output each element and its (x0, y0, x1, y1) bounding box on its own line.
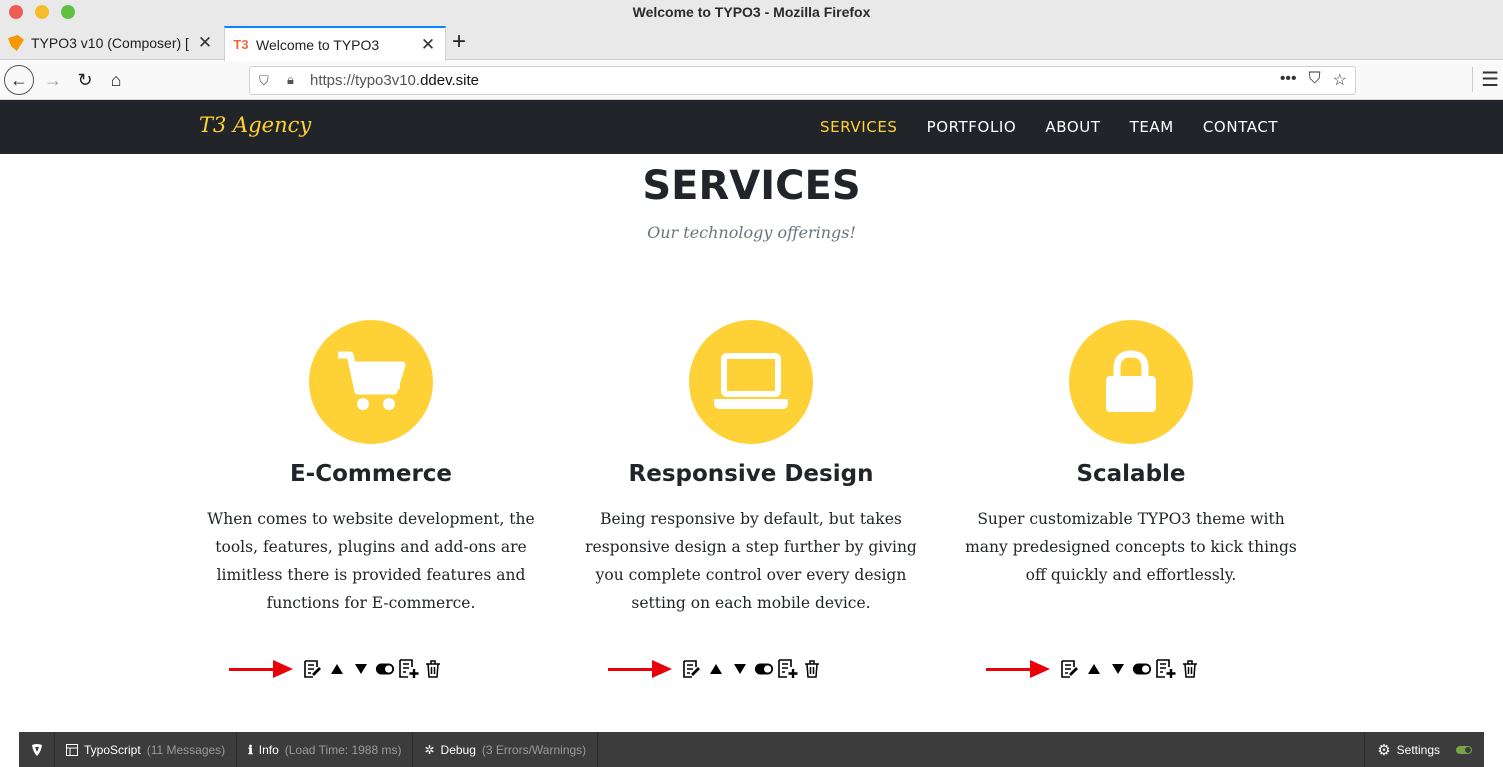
typo3-logo-icon[interactable] (19, 732, 55, 767)
bug-icon: ✲ (424, 742, 435, 757)
add-content-icon[interactable] (778, 659, 798, 679)
shield-icon[interactable]: ⛉ (259, 73, 269, 89)
page-actions-icon[interactable]: ••• (1280, 70, 1297, 90)
delete-icon[interactable] (423, 659, 443, 679)
menu-item-portfolio[interactable]: PORTFOLIO (927, 118, 1017, 136)
table-icon (66, 743, 78, 756)
edit-icon[interactable] (1060, 659, 1080, 679)
tab-strip: TYPO3 v10 (Composer) [ ✕ T3 Welcome to T… (0, 24, 1503, 61)
pocket-icon[interactable]: ⛉ (1309, 70, 1321, 90)
gear-icon: ⚙ (1377, 741, 1391, 759)
url-host: ddev.site (420, 72, 480, 89)
settings-label: Settings (1396, 742, 1440, 757)
browser-toolbar: ← → ↻ ⌂ ⛉ 🔒︎ https://typo3v10.ddev.site … (0, 61, 1503, 100)
window-titlebar: Welcome to TYPO3 - Mozilla Firefox (0, 0, 1503, 24)
back-button[interactable]: ← (4, 65, 34, 95)
close-tab-icon[interactable]: ✕ (196, 33, 214, 53)
red-arrow-annotation (608, 658, 672, 680)
content-edit-toolbar (608, 658, 822, 680)
reload-button[interactable]: ↻ (70, 65, 100, 95)
menu-item-team[interactable]: TEAM (1130, 118, 1174, 136)
delete-icon[interactable] (802, 659, 822, 679)
tab-label: TYPO3 v10 (Composer) [ (31, 35, 189, 51)
typo3-icon (8, 35, 24, 51)
shopping-cart-icon (309, 320, 433, 444)
service-title: Scalable (1076, 461, 1186, 487)
info-detail: (Load Time: 1988 ms) (284, 742, 402, 757)
content-edit-toolbar (229, 658, 443, 680)
bookmark-star-icon[interactable]: ☆ (1333, 70, 1347, 90)
lock-icon[interactable]: 🔒︎ (287, 72, 294, 88)
service-title: E-Commerce (289, 461, 453, 487)
menu-item-about[interactable]: ABOUT (1045, 118, 1100, 136)
tab-typo3-backend[interactable]: TYPO3 v10 (Composer) [ ✕ (0, 26, 222, 60)
menu-item-contact[interactable]: CONTACT (1203, 118, 1278, 136)
lock-icon (1069, 320, 1193, 444)
service-description: When comes to website development, the t… (207, 510, 535, 612)
service-card: Responsive Design Being responsive by de… (561, 320, 941, 617)
add-content-icon[interactable] (399, 659, 419, 679)
move-down-icon[interactable] (730, 659, 750, 679)
site-navbar: T3 Agency SERVICES PORTFOLIO ABOUT TEAM … (0, 100, 1503, 154)
url-prefix: https://typo3v10. (310, 72, 421, 89)
debug-label: Debug (440, 742, 476, 757)
service-card: E-Commerce When comes to website develop… (181, 320, 561, 617)
toggle-visibility-icon[interactable] (754, 659, 774, 679)
red-arrow-annotation (986, 658, 1050, 680)
admin-info[interactable]: ℹ Info (Load Time: 1988 ms) (237, 732, 414, 767)
url-text[interactable]: https://typo3v10.ddev.site (310, 72, 479, 89)
add-content-icon[interactable] (1156, 659, 1176, 679)
main-menu: SERVICES PORTFOLIO ABOUT TEAM CONTACT (820, 118, 1278, 136)
admin-settings[interactable]: ⚙ Settings (1364, 732, 1452, 767)
move-down-icon[interactable] (351, 659, 371, 679)
t3-favicon-icon: T3 (233, 37, 249, 52)
menu-icon[interactable]: ☰ (1472, 67, 1499, 92)
info-label: Info (258, 742, 279, 757)
toggle-visibility-icon[interactable] (375, 659, 395, 679)
close-tab-icon[interactable]: ✕ (419, 35, 437, 55)
section-heading: SERVICES (642, 163, 861, 209)
laptop-icon (689, 320, 813, 444)
typoscript-detail: (11 Messages) (146, 742, 226, 757)
move-up-icon[interactable] (706, 659, 726, 679)
service-card: Scalable Super customizable TYPO3 theme … (941, 320, 1321, 589)
move-down-icon[interactable] (1108, 659, 1128, 679)
move-up-icon[interactable] (1084, 659, 1104, 679)
typoscript-label: TypoScript (84, 742, 141, 757)
debug-detail: (3 Errors/Warnings) (481, 742, 587, 757)
move-up-icon[interactable] (327, 659, 347, 679)
window-title: Welcome to TYPO3 - Mozilla Firefox (632, 4, 871, 20)
red-arrow-annotation (229, 658, 293, 680)
forward-button[interactable]: → (38, 65, 68, 95)
address-bar[interactable]: ⛉ 🔒︎ https://typo3v10.ddev.site ••• ⛉ ☆ (249, 66, 1356, 95)
service-title: Responsive Design (628, 461, 874, 487)
admin-debug[interactable]: ✲ Debug (3 Errors/Warnings) (413, 732, 599, 767)
admin-typoscript[interactable]: TypoScript (11 Messages) (55, 732, 238, 767)
content-edit-toolbar (986, 658, 1200, 680)
toggle-visibility-icon[interactable] (1132, 659, 1152, 679)
service-description: Super customizable TYPO3 theme with many… (965, 510, 1297, 584)
brand-logo[interactable]: T3 Agency (199, 113, 311, 137)
section-subheading: Our technology offerings! (647, 223, 856, 242)
info-icon: ℹ (248, 742, 253, 757)
edit-icon[interactable] (303, 659, 323, 679)
edit-icon[interactable] (682, 659, 702, 679)
home-button[interactable]: ⌂ (101, 65, 131, 95)
menu-item-services[interactable]: SERVICES (820, 118, 898, 136)
tab-label: Welcome to TYPO3 (256, 36, 380, 53)
delete-icon[interactable] (1180, 659, 1200, 679)
admin-panel-toggle[interactable] (1456, 745, 1472, 754)
tab-welcome[interactable]: T3 Welcome to TYPO3 ✕ (224, 26, 446, 61)
new-tab-icon[interactable]: + (452, 28, 466, 56)
admin-panel: TypoScript (11 Messages) ℹ Info (Load Ti… (19, 732, 1484, 767)
service-description: Being responsive by default, but takes r… (585, 510, 917, 612)
